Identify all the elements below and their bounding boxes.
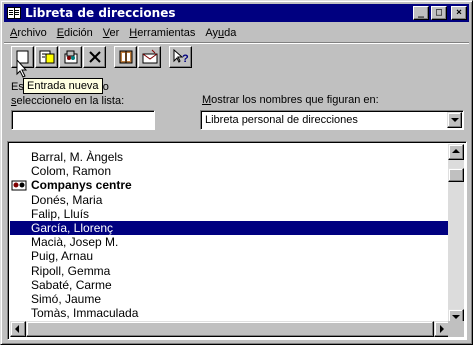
book-icon [119, 50, 132, 64]
contact-row[interactable]: Donés, Maria [10, 193, 450, 207]
row-label: García, Llorenç [31, 220, 114, 235]
delete-icon [88, 51, 101, 63]
group-row[interactable]: Companys centre [10, 178, 450, 192]
whats-this-button[interactable]: ? [169, 46, 192, 68]
title-bar[interactable]: Libreta de direcciones _ □ × [4, 4, 469, 22]
contact-row[interactable]: Barral, M. Àngels [10, 150, 450, 164]
row-label: Macià, Josep M. [31, 235, 119, 250]
contact-list-rows: Barral, M. Àngels Colom, Ramon Companys ce… [10, 144, 450, 334]
new-group-button[interactable] [59, 46, 82, 68]
row-label: Simó, Jaume [31, 291, 102, 306]
search-input[interactable] [11, 110, 155, 130]
address-book-window: Libreta de direcciones _ □ × Archivo Edi… [0, 0, 473, 345]
contact-row[interactable]: Sabaté, Carme [10, 278, 450, 292]
properties-button[interactable] [35, 46, 58, 68]
send-mail-button[interactable] [138, 46, 161, 68]
chevron-down-icon[interactable] [447, 112, 462, 128]
group-icon [11, 180, 27, 191]
toolbar-separator [4, 42, 469, 44]
svg-text:?: ? [182, 53, 189, 65]
mail-icon [142, 49, 157, 64]
scroll-left-button[interactable] [10, 321, 26, 337]
horizontal-scroll-thumb[interactable] [26, 321, 434, 337]
delete-button[interactable] [83, 46, 106, 68]
address-book-select[interactable]: Libreta personal de direcciones [200, 110, 464, 130]
row-label: Ripoll, Gemma [31, 263, 111, 278]
row-label: Colom, Ramon [31, 164, 112, 179]
row-label: Tomàs, Immaculada [31, 306, 139, 321]
new-group-icon [64, 50, 77, 64]
vertical-scroll-thumb[interactable] [448, 168, 464, 182]
row-label: Donés, Maria [31, 192, 103, 207]
window-title: Libreta de direcciones [25, 6, 176, 20]
contact-row[interactable]: Puig, Arnau [10, 249, 450, 263]
row-label: Falip, Lluís [31, 206, 90, 221]
properties-icon [39, 50, 54, 64]
scroll-up-button[interactable] [448, 144, 464, 160]
menu-ver[interactable]: Ver [98, 27, 125, 39]
contact-row[interactable]: García, Llorenç [10, 220, 450, 236]
contact-row[interactable]: Simó, Jaume [10, 292, 450, 306]
scrollbar-corner [448, 321, 464, 337]
toolbar: ? [11, 46, 193, 70]
close-button[interactable]: × [451, 6, 467, 20]
minimize-button[interactable]: _ [413, 6, 429, 20]
contact-row[interactable]: Macià, Josep M. [10, 235, 450, 249]
help-pointer-icon: ? [173, 49, 189, 65]
contact-row[interactable]: Falip, Lluís [10, 207, 450, 221]
vertical-scrollbar[interactable] [448, 144, 464, 325]
row-label: Barral, M. Àngels [31, 150, 124, 164]
row-label: Sabaté, Carme [31, 277, 112, 292]
contact-row[interactable]: Tomàs, Immaculada [10, 306, 450, 320]
row-label: Companys centre [31, 178, 132, 193]
menu-ayuda[interactable]: Ayuda [200, 27, 241, 39]
address-book-select-value: Libreta personal de direcciones [205, 114, 358, 126]
new-entry-tooltip: Entrada nueva [23, 78, 103, 94]
menu-bar: Archivo Edición Ver Herramientas Ayuda [5, 24, 241, 42]
row-label: Puig, Arnau [31, 249, 94, 264]
show-names-label: Mostrar los nombres que figuran en: [202, 94, 379, 106]
menu-herramientas[interactable]: Herramientas [124, 27, 200, 39]
address-book-icon[interactable] [7, 7, 21, 19]
horizontal-scrollbar[interactable] [10, 321, 450, 337]
mouse-cursor-icon [16, 59, 28, 78]
contact-list[interactable]: Barral, M. Àngels Colom, Ramon Companys ce… [7, 141, 467, 340]
contact-row[interactable]: Colom, Ramon [10, 164, 450, 178]
address-book-button[interactable] [114, 46, 137, 68]
contact-row[interactable]: Ripoll, Gemma [10, 264, 450, 278]
menu-archivo[interactable]: Archivo [5, 27, 52, 39]
menu-edicion[interactable]: Edición [52, 27, 98, 39]
maximize-button[interactable]: □ [431, 6, 447, 20]
